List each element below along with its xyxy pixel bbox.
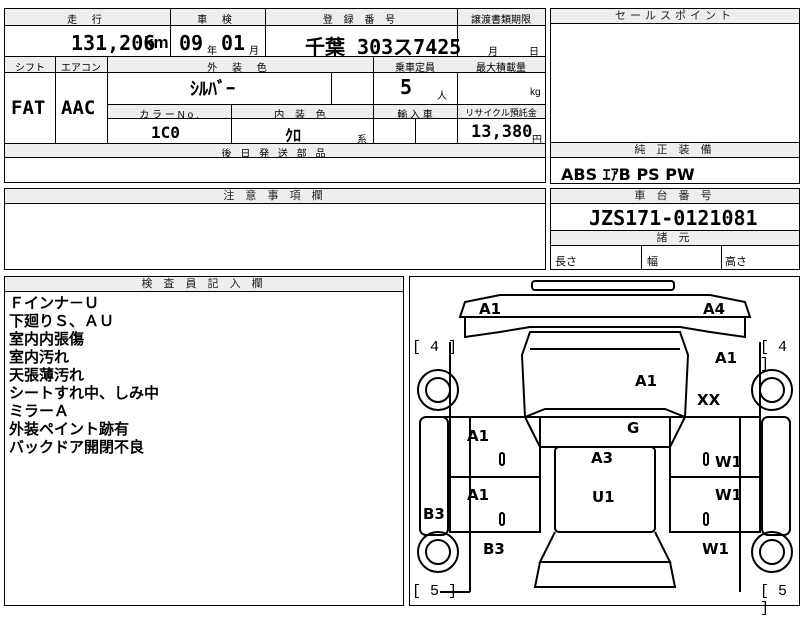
note-line: 外装ペイント跡有 bbox=[9, 420, 130, 438]
note-line: Ｆインナ－Ｕ bbox=[9, 294, 100, 312]
note-line: 室内内張傷 bbox=[9, 330, 85, 348]
caution-header: 注 意 事 項 欄 bbox=[5, 189, 545, 204]
max-load-unit: kg bbox=[530, 87, 541, 98]
note-line: ミラーＡ bbox=[9, 402, 70, 420]
mark-cabin: U1 bbox=[592, 488, 615, 506]
capacity-header: 乗車定員 bbox=[395, 63, 435, 74]
mileage-value: 131,206 bbox=[71, 31, 156, 55]
mark-right-rear-door: W1 bbox=[715, 486, 742, 504]
tire-right-bottom: [ 5 ] bbox=[760, 583, 788, 617]
sales-point-box: セールスポイント bbox=[550, 8, 800, 144]
mileage-unit: km bbox=[144, 33, 169, 52]
chassis-number: JZS171-0121081 bbox=[589, 206, 758, 230]
note-line: 室内汚れ bbox=[9, 348, 70, 366]
width-label: 幅 bbox=[647, 256, 658, 268]
height-label: 高さ bbox=[725, 256, 747, 268]
note-line: シートすれ中、しみ中 bbox=[9, 384, 160, 402]
recycle-header: リサイクル預託金 bbox=[465, 108, 537, 118]
caution-box: 注 意 事 項 欄 bbox=[4, 188, 546, 270]
interior-color-header: 内 装 色 bbox=[274, 110, 330, 121]
inspection-header: 車 検 bbox=[197, 15, 238, 26]
equipment-header: 純 正 装 備 bbox=[551, 143, 799, 158]
mark-left-rocker: B3 bbox=[423, 505, 445, 523]
sales-point-header: セールスポイント bbox=[551, 9, 799, 24]
inspection-year: 09 bbox=[179, 31, 204, 55]
transfer-deadline-header: 譲渡書類期限 bbox=[471, 15, 531, 26]
exterior-color-value: ｼﾙﾊﾞｰ bbox=[190, 79, 235, 99]
car-diagram-box: [ 4 ] [ 4 ] [ 5 ] [ 5 ] A1 A4 A1 A1 XX G… bbox=[409, 276, 800, 617]
mark-left-rear-quarter: B3 bbox=[483, 540, 505, 558]
mark-left-front-door: A1 bbox=[467, 427, 490, 445]
shift-value: FAT bbox=[11, 97, 46, 119]
dims-header: 諸 元 bbox=[551, 231, 799, 246]
mark-front-left: A1 bbox=[479, 300, 502, 318]
later-parts-header: 後 日 発 送 部 品 bbox=[221, 149, 329, 160]
equipment-box: 純 正 装 備 ABS ｴｱB PS PW bbox=[550, 142, 800, 184]
tire-left-top: [ 4 ] bbox=[412, 339, 458, 356]
mark-front-right: A4 bbox=[703, 300, 726, 318]
chassis-box: 車 台 番 号 JZS171-0121081 諸 元 長さ 幅 高さ bbox=[550, 188, 800, 270]
aircon-header: エアコン bbox=[61, 63, 101, 74]
top-info-table: 走 行 車 検 登 録 番 号 譲渡書類期限 131,206 km 09 年 0… bbox=[4, 8, 546, 183]
inspection-year-unit: 年 bbox=[207, 46, 217, 57]
mark-fender-right: A1 bbox=[715, 349, 738, 367]
inspector-notes: Ｆインナ－Ｕ 下廻りＳ、ＡＵ 室内内張傷 室内汚れ 天張薄汚れ シートすれ中、し… bbox=[9, 294, 159, 456]
inspector-box: 検 査 員 記 入 欄 Ｆインナ－Ｕ 下廻りＳ、ＡＵ 室内内張傷 室内汚れ 天張… bbox=[4, 276, 404, 606]
note-line: 天張薄汚れ bbox=[9, 366, 85, 384]
aircon-value: AAC bbox=[61, 97, 96, 119]
mileage-header: 走 行 bbox=[67, 15, 108, 26]
mark-roof: A3 bbox=[591, 449, 614, 467]
tire-left-bottom: [ 5 ] bbox=[412, 583, 458, 600]
note-line: 下廻りＳ、ＡＵ bbox=[9, 312, 115, 330]
mark-right-front-wheel: XX bbox=[697, 391, 721, 409]
max-load-header: 最大積載量 bbox=[476, 63, 526, 74]
inspector-header: 検 査 員 記 入 欄 bbox=[5, 277, 403, 292]
note-line: バックドア開閉不良 bbox=[9, 438, 145, 456]
length-label: 長さ bbox=[555, 256, 577, 268]
registration-header: 登 録 番 号 bbox=[322, 15, 400, 26]
shift-header: シフト bbox=[15, 63, 45, 74]
mark-windshield: G bbox=[627, 419, 640, 437]
inspection-month: 01 bbox=[221, 31, 246, 55]
capacity-unit: 人 bbox=[437, 91, 447, 102]
color-no-value: 1C0 bbox=[151, 123, 180, 142]
capacity-value: 5 bbox=[400, 75, 413, 99]
chassis-header: 車 台 番 号 bbox=[551, 189, 799, 204]
color-no-header: カ ラ ー N o . bbox=[139, 110, 199, 121]
equipment-value: ABS ｴｱB PS PW bbox=[561, 165, 695, 184]
mark-right-front-door: W1 bbox=[715, 453, 742, 471]
inspection-month-unit: 月 bbox=[249, 46, 259, 57]
exterior-color-header: 外 装 色 bbox=[207, 63, 273, 74]
mark-left-rear-door: A1 bbox=[467, 486, 490, 504]
mark-right-rear-quarter: W1 bbox=[702, 540, 729, 558]
mark-hood: A1 bbox=[635, 372, 658, 390]
tire-right-top: [ 4 ] bbox=[760, 339, 788, 373]
recycle-value: 13,380 bbox=[471, 122, 533, 142]
